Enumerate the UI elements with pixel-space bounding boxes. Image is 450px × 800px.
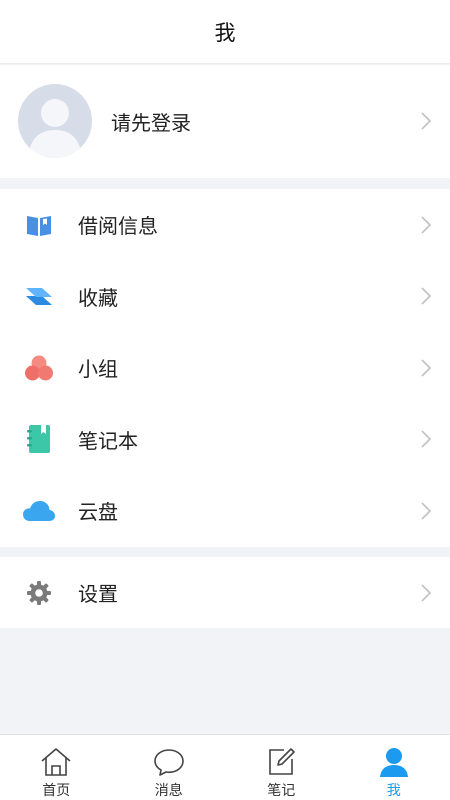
page-title: 我 xyxy=(214,20,236,45)
tab-me[interactable]: 我 xyxy=(338,735,450,800)
notebook-icon xyxy=(22,422,56,456)
tab-messages[interactable]: 消息 xyxy=(113,735,226,800)
cloud-icon xyxy=(22,494,56,528)
chevron-right-icon xyxy=(421,430,432,448)
avatar xyxy=(18,84,92,158)
book-icon xyxy=(22,208,56,242)
chevron-right-icon xyxy=(421,583,432,602)
gear-icon xyxy=(22,576,56,610)
tab-label: 首页 xyxy=(42,783,71,799)
tab-label: 消息 xyxy=(154,783,183,799)
home-icon xyxy=(39,745,73,779)
tab-home[interactable]: 首页 xyxy=(0,735,113,800)
menu-item-label: 笔记本 xyxy=(78,428,138,453)
menu-item-settings[interactable]: 设置 xyxy=(0,557,450,628)
settings-section: 设置 xyxy=(0,557,450,628)
menu-item-label: 收藏 xyxy=(78,285,118,310)
menu-section: 借阅信息 收藏 小组 笔记本 云盘 xyxy=(0,189,450,547)
message-icon xyxy=(152,745,186,779)
layers-icon xyxy=(22,279,56,313)
menu-item-label: 设置 xyxy=(78,582,118,606)
tab-label: 我 xyxy=(386,783,401,799)
bottom-tab-bar: 首页 消息 笔记 我 xyxy=(0,734,450,800)
menu-item-favorites[interactable]: 收藏 xyxy=(0,261,450,333)
menu-item-notebook[interactable]: 笔记本 xyxy=(0,404,450,476)
tab-notes[interactable]: 笔记 xyxy=(225,735,338,800)
chevron-right-icon xyxy=(421,112,432,130)
person-icon xyxy=(377,745,411,779)
menu-item-label: 借阅信息 xyxy=(78,214,158,239)
page-header: 我 xyxy=(0,0,450,64)
chevron-right-icon xyxy=(421,359,432,377)
user-silhouette-icon xyxy=(28,99,82,158)
menu-item-borrow-info[interactable]: 借阅信息 xyxy=(0,189,450,261)
login-profile-row[interactable]: 请先登录 xyxy=(0,65,450,178)
chevron-right-icon xyxy=(421,287,432,305)
menu-item-group[interactable]: 小组 xyxy=(0,332,450,404)
tab-label: 笔记 xyxy=(267,783,296,799)
menu-item-cloud-disk[interactable]: 云盘 xyxy=(0,475,450,547)
login-prompt: 请先登录 xyxy=(111,111,191,135)
edit-note-icon xyxy=(264,745,298,779)
group-icon xyxy=(22,351,56,385)
menu-item-label: 云盘 xyxy=(78,500,118,525)
chevron-right-icon xyxy=(421,216,432,234)
chevron-right-icon xyxy=(421,502,432,520)
menu-item-label: 小组 xyxy=(78,357,118,382)
